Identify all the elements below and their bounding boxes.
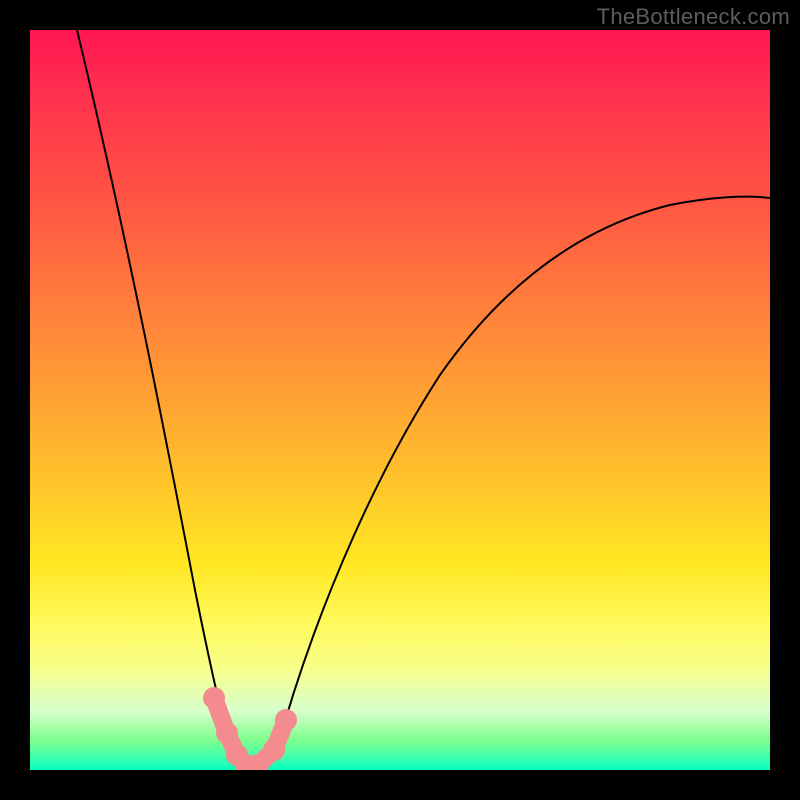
marker-dot [275, 709, 297, 731]
marker-dot [263, 739, 285, 761]
bottleneck-curve-left [77, 30, 243, 767]
marker-dot [203, 687, 225, 709]
chart-gradient-panel [30, 30, 770, 770]
watermark-text: TheBottleneck.com [597, 4, 790, 30]
bottleneck-curve-right [256, 197, 770, 768]
marker-dot [216, 722, 238, 744]
bottleneck-chart [30, 30, 770, 770]
